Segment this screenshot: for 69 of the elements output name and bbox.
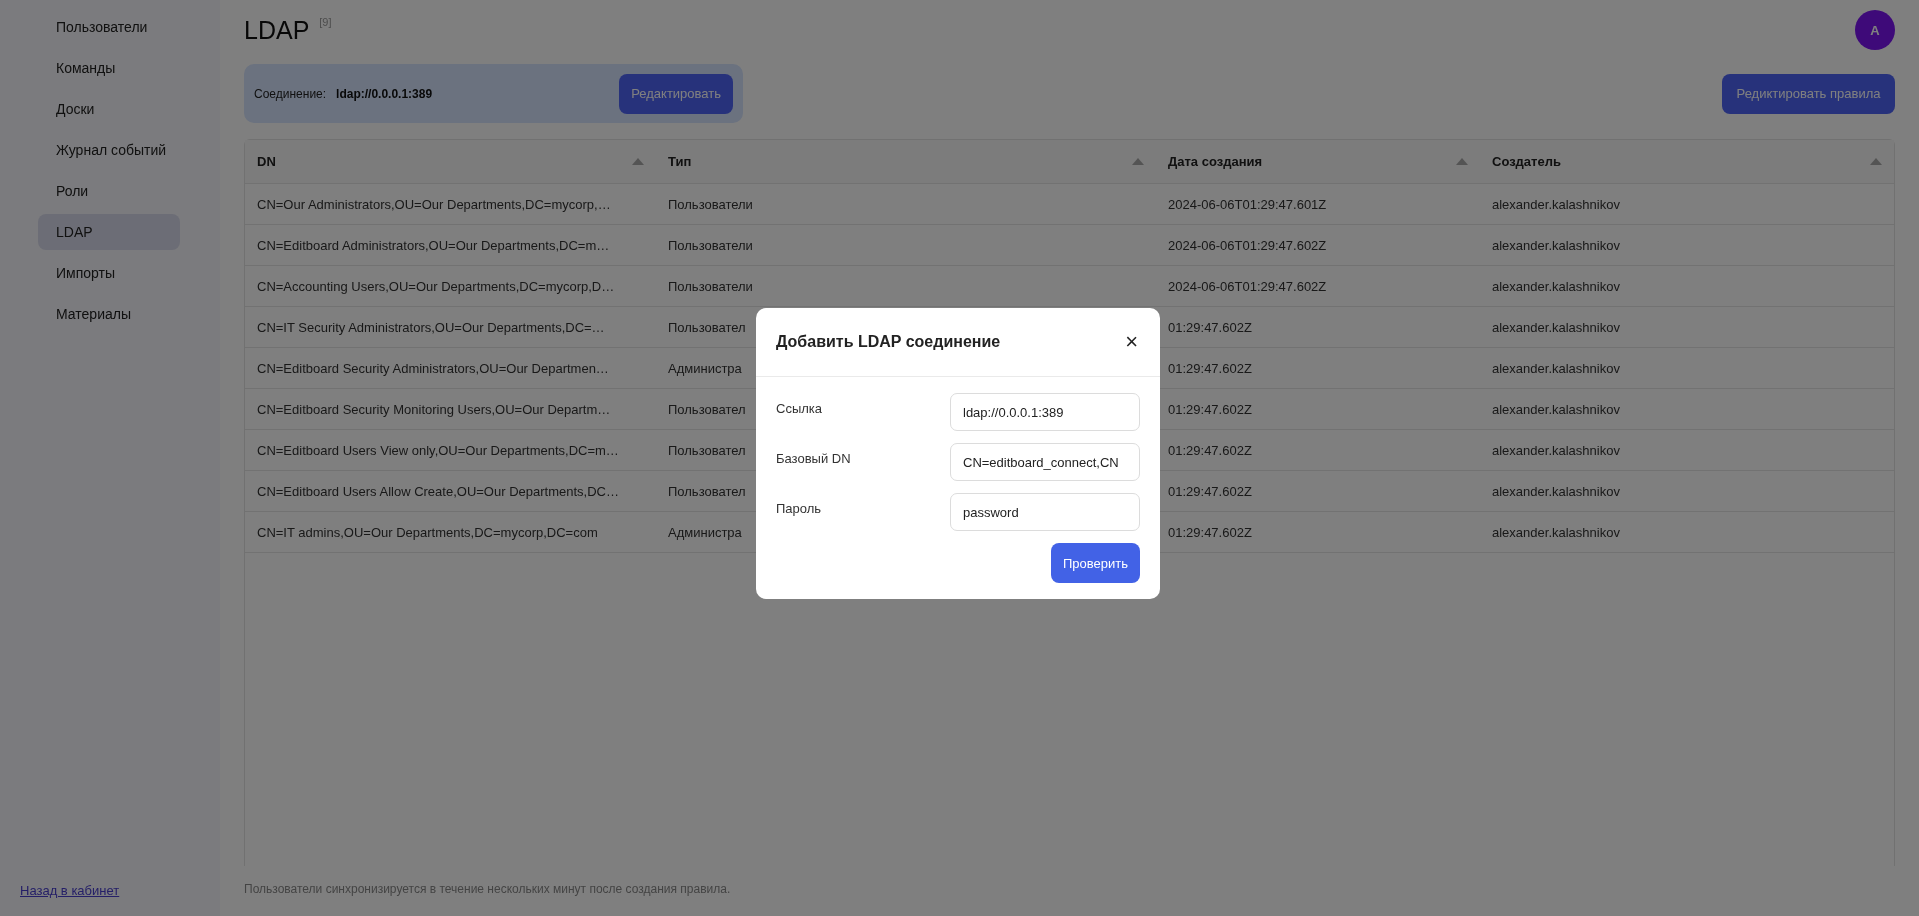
table-cell: alexander.kalashnikov: [1492, 278, 1620, 294]
table-cell: alexander.kalashnikov: [1492, 483, 1620, 499]
sort-icon[interactable]: [1870, 158, 1882, 165]
table-cell: alexander.kalashnikov: [1492, 524, 1620, 540]
sort-icon[interactable]: [1456, 158, 1468, 165]
column-header[interactable]: Тип: [668, 154, 692, 169]
table-cell: 01:29:47.602Z: [1168, 401, 1252, 417]
table-cell: alexander.kalashnikov: [1492, 196, 1620, 212]
column-header[interactable]: DN: [257, 154, 276, 169]
page-title: LDAP: [244, 15, 310, 45]
field-label: Ссылка: [776, 401, 823, 416]
sort-icon[interactable]: [1132, 158, 1144, 165]
sidebar-item[interactable]: Материалы: [38, 296, 180, 332]
input-field[interactable]: CN=editboard_connect,CN: [950, 443, 1140, 481]
table-cell: 01:29:47.602Z: [1168, 319, 1252, 335]
table-cell: alexander.kalashnikov: [1492, 319, 1620, 335]
table-cell: Пользовател: [668, 483, 746, 499]
field-label: Базовый DN: [776, 451, 851, 466]
column-header[interactable]: Дата создания: [1168, 154, 1263, 169]
connection-value: ldap://0.0.0.1:389: [336, 86, 433, 101]
sidebar-item[interactable]: Команды: [38, 50, 180, 86]
table-cell: CN=Editboard Security Administrators,OU=Our Departmen…: [257, 360, 609, 376]
table-cell: Администра: [668, 360, 742, 376]
close-button[interactable]: ×: [1123, 331, 1140, 353]
user-avatar[interactable]: A: [1855, 10, 1895, 50]
table-cell: CN=Editboard Administrators,OU=Our Departments,DC=m…: [257, 237, 610, 253]
dialog-title: Добавить LDAP соединение: [776, 333, 1001, 351]
table-cell: CN=IT admins,OU=Our Departments,DC=mycorp,DC=com: [257, 524, 598, 540]
sidebar-item[interactable]: Доски: [38, 91, 180, 127]
table-cell: Пользователи: [668, 278, 753, 294]
table-cell: 2024-06-06T01:29:47.601Z: [1168, 196, 1327, 212]
table-cell: alexander.kalashnikov: [1492, 442, 1620, 458]
check-button[interactable]: Проверить: [1051, 543, 1140, 583]
table-cell: Пользователи: [668, 196, 753, 212]
table-cell: CN=Editboard Users View only,OU=Our Departments,DC=m…: [257, 442, 619, 458]
table-cell: 2024-06-06T01:29:47.602Z: [1168, 237, 1327, 253]
sidebar-item[interactable]: Импорты: [38, 255, 180, 291]
table-cell: 01:29:47.602Z: [1168, 442, 1252, 458]
table-cell: CN=Editboard Users Allow Create,OU=Our Departments,DC…: [257, 483, 619, 499]
field-label: Пароль: [776, 501, 822, 516]
table-cell: CN=Accounting Users,OU=Our Departments,DC=mycorp,D…: [257, 278, 615, 294]
table-cell: 01:29:47.602Z: [1168, 524, 1252, 540]
sidebar-item[interactable]: Роли: [38, 173, 180, 209]
column-header[interactable]: Создатель: [1492, 154, 1561, 169]
table-cell: 01:29:47.602Z: [1168, 360, 1252, 376]
table-cell: Пользовател: [668, 401, 746, 417]
table-cell: CN=Editboard Security Monitoring Users,OU=Our Departm…: [257, 401, 611, 417]
sort-icon[interactable]: [632, 158, 644, 165]
table-cell: alexander.kalashnikov: [1492, 401, 1620, 417]
sidebar-item[interactable]: Журнал событий: [38, 132, 180, 168]
footer-note: Пользователи синхронизируется в течение нескольких минут после создания правила.: [244, 882, 732, 898]
input-field[interactable]: ldap://0.0.0.1:389: [950, 393, 1140, 431]
edit-button[interactable]: Редактировать: [619, 73, 733, 114]
table-cell: alexander.kalashnikov: [1492, 237, 1620, 253]
table-cell: Пользователи: [668, 237, 753, 253]
sidebar-item[interactable]: LDAP: [38, 214, 180, 250]
table-cell: CN=IT Security Administrators,OU=Our Departments,DC=…: [257, 319, 605, 335]
table-cell: Пользовател: [668, 319, 746, 335]
input-field[interactable]: password: [950, 493, 1140, 531]
table-cell: alexander.kalashnikov: [1492, 360, 1620, 376]
table-cell: Администра: [668, 524, 742, 540]
table-cell: 01:29:47.602Z: [1168, 483, 1252, 499]
back-link[interactable]: Назад в кабинет: [20, 883, 120, 898]
table-cell: 2024-06-06T01:29:47.602Z: [1168, 278, 1327, 294]
table-cell: CN=Our Administrators,OU=Our Departments,DC=mycorp,…: [257, 196, 611, 212]
table-cell: Пользовател: [668, 442, 746, 458]
sidebar-item[interactable]: Пользователи: [38, 9, 180, 45]
connection-label: Соединение:: [254, 86, 327, 101]
edit-rules-button[interactable]: Редиктировать правила: [1722, 73, 1895, 114]
